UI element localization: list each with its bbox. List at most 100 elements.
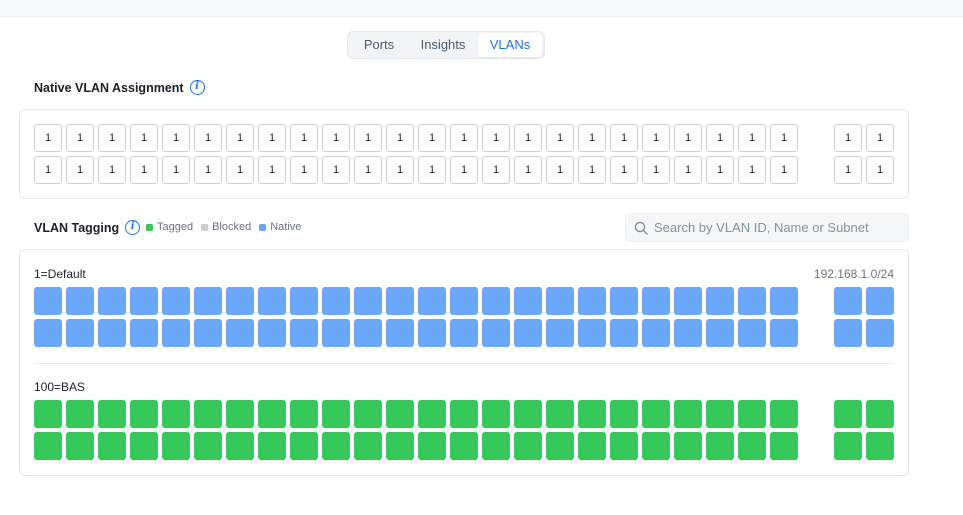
vlan-port-native[interactable]: [834, 287, 862, 315]
native-port-cell[interactable]: 1: [738, 156, 766, 184]
vlan-port-tagged[interactable]: [194, 432, 222, 460]
vlan-port-native[interactable]: [354, 287, 382, 315]
vlan-port-native[interactable]: [706, 319, 734, 347]
native-port-cell[interactable]: 1: [546, 124, 574, 152]
vlan-port-tagged[interactable]: [290, 432, 318, 460]
vlan-port-native[interactable]: [290, 319, 318, 347]
tab-insights[interactable]: Insights: [408, 33, 478, 57]
vlan-port-native[interactable]: [66, 319, 94, 347]
vlan-port-native[interactable]: [322, 319, 350, 347]
native-port-cell[interactable]: 1: [98, 124, 126, 152]
vlan-port-tagged[interactable]: [66, 432, 94, 460]
vlan-port-tagged[interactable]: [322, 400, 350, 428]
vlan-port-native[interactable]: [290, 287, 318, 315]
native-port-cell[interactable]: 1: [322, 156, 350, 184]
native-port-cell[interactable]: 1: [226, 124, 254, 152]
vlan-port-tagged[interactable]: [706, 432, 734, 460]
tab-ports[interactable]: Ports: [350, 33, 408, 57]
vlan-port-native[interactable]: [418, 287, 446, 315]
vlan-port-tagged[interactable]: [482, 400, 510, 428]
vlan-port-tagged[interactable]: [226, 432, 254, 460]
vlan-port-native[interactable]: [98, 319, 126, 347]
vlan-port-tagged[interactable]: [386, 432, 414, 460]
vlan-port-native[interactable]: [354, 319, 382, 347]
native-port-cell[interactable]: 1: [674, 124, 702, 152]
vlan-port-tagged[interactable]: [162, 400, 190, 428]
native-port-cell[interactable]: 1: [130, 156, 158, 184]
native-port-cell[interactable]: 1: [386, 124, 414, 152]
vlan-port-native[interactable]: [546, 319, 574, 347]
vlan-port-tagged[interactable]: [354, 432, 382, 460]
native-port-cell[interactable]: 1: [290, 124, 318, 152]
vlan-port-native[interactable]: [610, 287, 638, 315]
vlan-port-native[interactable]: [98, 287, 126, 315]
vlan-port-native[interactable]: [194, 319, 222, 347]
vlan-port-native[interactable]: [770, 287, 798, 315]
vlan-port-native[interactable]: [34, 287, 62, 315]
info-icon[interactable]: i: [125, 220, 141, 235]
vlan-port-tagged[interactable]: [450, 432, 478, 460]
vlan-port-tagged[interactable]: [386, 400, 414, 428]
vlan-port-native[interactable]: [130, 287, 158, 315]
vlan-port-tagged[interactable]: [546, 400, 574, 428]
vlan-port-tagged[interactable]: [706, 400, 734, 428]
vlan-port-native[interactable]: [674, 319, 702, 347]
vlan-port-tagged[interactable]: [418, 400, 446, 428]
vlan-port-tagged[interactable]: [514, 432, 542, 460]
vlan-port-native[interactable]: [514, 319, 542, 347]
native-port-cell[interactable]: 1: [418, 124, 446, 152]
native-port-cell[interactable]: 1: [674, 156, 702, 184]
vlan-port-native[interactable]: [418, 319, 446, 347]
vlan-port-native[interactable]: [386, 287, 414, 315]
vlan-port-native[interactable]: [674, 287, 702, 315]
vlan-port-tagged[interactable]: [834, 400, 862, 428]
native-port-cell[interactable]: 1: [354, 156, 382, 184]
vlan-port-tagged[interactable]: [258, 400, 286, 428]
vlan-port-tagged[interactable]: [674, 400, 702, 428]
vlan-port-tagged[interactable]: [130, 400, 158, 428]
native-port-cell[interactable]: 1: [610, 156, 638, 184]
vlan-port-native[interactable]: [162, 287, 190, 315]
vlan-port-tagged[interactable]: [866, 400, 894, 428]
native-port-cell[interactable]: 1: [514, 156, 542, 184]
vlan-port-tagged[interactable]: [98, 400, 126, 428]
vlan-port-native[interactable]: [578, 319, 606, 347]
native-port-cell[interactable]: 1: [290, 156, 318, 184]
vlan-port-native[interactable]: [514, 287, 542, 315]
vlan-port-native[interactable]: [642, 319, 670, 347]
native-port-cell[interactable]: 1: [162, 156, 190, 184]
vlan-port-tagged[interactable]: [834, 432, 862, 460]
native-port-cell[interactable]: 1: [642, 156, 670, 184]
vlan-port-native[interactable]: [194, 287, 222, 315]
vlan-port-native[interactable]: [66, 287, 94, 315]
native-port-cell[interactable]: 1: [578, 124, 606, 152]
native-port-cell[interactable]: 1: [354, 124, 382, 152]
vlan-port-tagged[interactable]: [354, 400, 382, 428]
vlan-port-tagged[interactable]: [258, 432, 286, 460]
vlan-port-native[interactable]: [642, 287, 670, 315]
native-port-cell[interactable]: 1: [418, 156, 446, 184]
vlan-port-tagged[interactable]: [130, 432, 158, 460]
native-port-cell[interactable]: 1: [450, 124, 478, 152]
native-port-cell[interactable]: 1: [34, 156, 62, 184]
vlan-port-tagged[interactable]: [770, 400, 798, 428]
native-port-cell[interactable]: 1: [834, 156, 862, 184]
native-port-cell[interactable]: 1: [162, 124, 190, 152]
vlan-port-tagged[interactable]: [514, 400, 542, 428]
vlan-port-native[interactable]: [546, 287, 574, 315]
vlan-port-tagged[interactable]: [610, 432, 638, 460]
tab-vlans[interactable]: VLANs: [478, 33, 542, 57]
native-port-cell[interactable]: 1: [98, 156, 126, 184]
vlan-port-native[interactable]: [226, 287, 254, 315]
native-port-cell[interactable]: 1: [578, 156, 606, 184]
vlan-port-tagged[interactable]: [290, 400, 318, 428]
vlan-port-native[interactable]: [386, 319, 414, 347]
vlan-search-input[interactable]: [654, 220, 904, 235]
native-port-cell[interactable]: 1: [34, 124, 62, 152]
native-port-cell[interactable]: 1: [194, 124, 222, 152]
native-port-cell[interactable]: 1: [706, 156, 734, 184]
native-port-cell[interactable]: 1: [546, 156, 574, 184]
vlan-port-tagged[interactable]: [578, 400, 606, 428]
vlan-port-tagged[interactable]: [450, 400, 478, 428]
vlan-port-native[interactable]: [482, 287, 510, 315]
